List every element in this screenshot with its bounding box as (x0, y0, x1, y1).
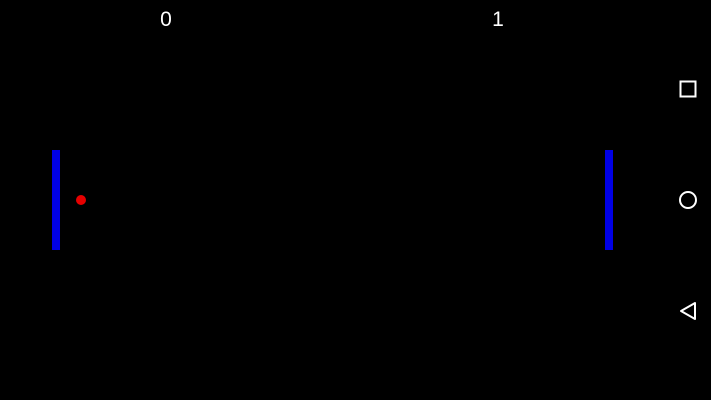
left-paddle[interactable] (52, 150, 60, 250)
back-button[interactable] (675, 298, 701, 324)
home-button[interactable] (675, 187, 701, 213)
home-icon (679, 191, 697, 209)
game-screen[interactable]: 0 1 (0, 0, 711, 400)
recents-button[interactable] (675, 76, 701, 102)
right-paddle (605, 150, 613, 250)
pong-court[interactable]: 0 1 (0, 0, 665, 400)
back-icon (680, 302, 696, 320)
android-navigation-bar (665, 0, 711, 400)
right-player-score: 1 (492, 8, 504, 31)
recents-icon (679, 80, 697, 98)
left-player-score: 0 (160, 8, 172, 31)
ball (76, 195, 86, 205)
